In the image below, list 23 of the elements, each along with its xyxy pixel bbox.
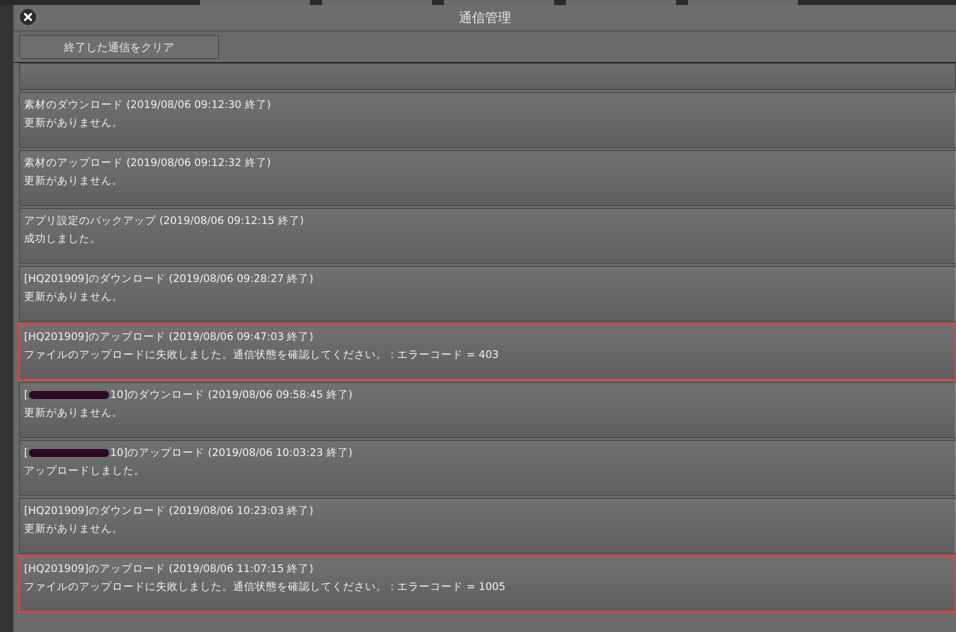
transfer-title: 10]のアップロード (2019/08/06 10:03:23 終了): [110, 446, 352, 461]
transfer-message: 成功しました。: [24, 232, 102, 247]
close-icon[interactable]: [20, 9, 36, 25]
transfer-message: 更新がありません。: [24, 522, 124, 537]
transfer-message: 更新がありません。: [24, 174, 124, 189]
transfer-title: [HQ201909]のアップロード (2019/08/06 09:47:03 終了): [24, 330, 314, 345]
transfer-title: [HQ201909]のダウンロード (2019/08/06 10:23:03 終了): [24, 504, 314, 519]
transfer-title: 素材のアップロード (2019/08/06 09:12:32 終了): [24, 156, 271, 171]
transfer-title: アプリ設定のバックアップ (2019/08/06 09:12:15 終了): [24, 214, 304, 229]
window-title: 通信管理: [458, 10, 512, 26]
bracket-text: [: [24, 388, 28, 403]
transfer-message: 更新がありません。: [24, 290, 124, 305]
transfer-message: ファイルのアップロードに失敗しました。通信状態を確認してください。 : エラーコード = 403: [24, 348, 500, 363]
transfer-message: 更新がありません。: [24, 116, 124, 131]
transfer-message: アップロードしました。: [24, 464, 146, 479]
transfer-message: ファイルのアップロードに失敗しました。通信状態を確認してください。 : エラーコード = 1005: [24, 580, 506, 595]
clear-finished-button[interactable]: 終了した通信をクリア: [19, 35, 219, 59]
transfer-title: [HQ201909]のアップロード (2019/08/06 11:07:15 終了): [24, 562, 314, 577]
transfer-title: 10]のダウンロード (2019/08/06 09:58:45 終了): [110, 388, 352, 403]
bracket-text: [: [24, 446, 28, 461]
transfer-title: 素材のダウンロード (2019/08/06 09:12:30 終了): [24, 98, 271, 113]
transfer-title: [HQ201909]のダウンロード (2019/08/06 09:28:27 終了): [24, 272, 314, 287]
transfer-message: 更新がありません。: [24, 406, 124, 421]
